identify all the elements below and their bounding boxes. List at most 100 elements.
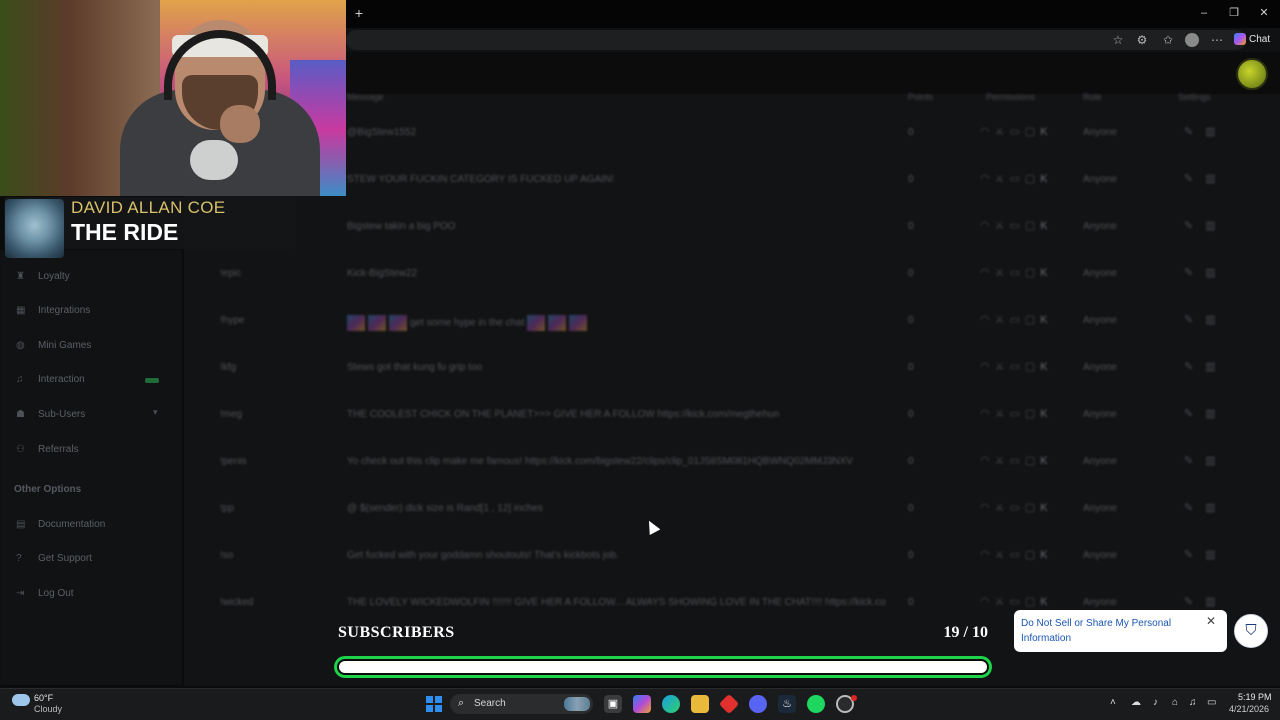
sidebar-item-documentation[interactable]: ▤ Documentation: [16, 517, 105, 533]
sub-icon: ▢: [1024, 596, 1041, 608]
onedrive-icon[interactable]: ☁: [1131, 697, 1141, 708]
new-tab-button[interactable]: +: [352, 6, 366, 20]
row-role: Anyone: [1083, 268, 1117, 279]
cloud-icon[interactable]: [12, 694, 30, 706]
table-row[interactable]: !penis Yo check out this clip make me fam…: [184, 442, 1280, 489]
copilot-chat-button[interactable]: Chat: [1234, 32, 1270, 48]
sidebar-item-interaction[interactable]: ♫ Interaction: [16, 372, 85, 388]
edit-icon[interactable]: ✎: [1184, 173, 1205, 185]
table-row[interactable]: Bigstew takin a big POO 0 ◠⚔▭▢K Anyone ✎▥: [184, 207, 1280, 254]
row-permissions: ◠⚔▭▢K: [980, 501, 1053, 514]
battery-icon[interactable]: ▭: [1207, 697, 1216, 708]
spotify-icon[interactable]: [807, 695, 825, 713]
trash-icon[interactable]: ▥: [1205, 596, 1227, 608]
copilot-app-icon[interactable]: [633, 695, 651, 713]
privacy-link[interactable]: Do Not Sell or Share My Personal Informa…: [1021, 616, 1191, 646]
edit-icon[interactable]: ✎: [1184, 596, 1205, 608]
edit-icon[interactable]: ✎: [1184, 361, 1205, 373]
row-message: Stews got that kung fu grip too: [347, 362, 907, 373]
sidebar-item-mini-games[interactable]: ◍ Mini Games: [16, 338, 91, 354]
steam-icon[interactable]: ♨: [778, 695, 796, 713]
row-role: Anyone: [1083, 409, 1117, 420]
network-icon[interactable]: ⌂: [1172, 697, 1178, 708]
clock-date[interactable]: 4/21/2026: [1229, 704, 1269, 714]
header-permissions[interactable]: Permissions: [986, 92, 1035, 102]
table-row[interactable]: !so Get fucked with your goddamn shoutout…: [184, 536, 1280, 583]
star-icon[interactable]: ☆: [1110, 33, 1126, 47]
header-points[interactable]: Points: [908, 92, 933, 102]
trash-icon[interactable]: ▥: [1205, 314, 1227, 326]
sidebar-item-log-out[interactable]: ⇥ Log Out: [16, 586, 74, 602]
microphone-icon[interactable]: ♪: [1153, 697, 1158, 708]
table-row[interactable]: !pp @ $(sender) dick size is Rand[1 , 12]…: [184, 489, 1280, 536]
trash-icon[interactable]: ▥: [1205, 361, 1227, 373]
edit-icon[interactable]: ✎: [1184, 126, 1205, 138]
edge-icon[interactable]: [662, 695, 680, 713]
row-command: !pp: [220, 503, 234, 514]
edit-icon[interactable]: ✎: [1184, 549, 1205, 561]
trash-icon[interactable]: ▥: [1205, 220, 1227, 232]
task-view-icon[interactable]: ▣: [604, 695, 622, 713]
sidebar-item-loyalty[interactable]: ♜ Loyalty: [16, 269, 70, 285]
chevron-down-icon[interactable]: ▾: [153, 407, 158, 418]
header-role[interactable]: Role: [1083, 92, 1102, 102]
start-button[interactable]: [426, 696, 442, 712]
row-permissions: ◠⚔▭▢K: [980, 548, 1053, 561]
discord-icon[interactable]: [749, 695, 767, 713]
row-message-text: get some hype in the chat: [410, 317, 525, 329]
kick-icon: K: [1040, 596, 1053, 608]
referral-icon: ⚇: [16, 444, 25, 455]
row-points: 0: [908, 597, 914, 608]
users-icon: ☗: [16, 409, 25, 420]
volume-icon[interactable]: ♫: [1189, 697, 1197, 708]
file-explorer-icon[interactable]: [691, 695, 709, 713]
sidebar-item-get-support[interactable]: ? Get Support: [16, 551, 92, 567]
emote-icon: [527, 315, 546, 331]
row-message: STEW YOUR FUCKIN CATEGORY IS FUCKED UP A…: [347, 174, 907, 185]
row-points: 0: [908, 268, 914, 279]
trash-icon[interactable]: ▥: [1205, 502, 1227, 514]
trash-icon[interactable]: ▥: [1205, 549, 1227, 561]
wifi-icon: ◠: [980, 455, 995, 467]
trash-icon[interactable]: ▥: [1205, 455, 1227, 467]
trash-icon[interactable]: ▥: [1205, 267, 1227, 279]
table-row[interactable]: !meg THE COOLEST CHICK ON THE PLANET>>> G…: [184, 395, 1280, 442]
edit-icon[interactable]: ✎: [1184, 455, 1205, 467]
table-row[interactable]: STEW YOUR FUCKIN CATEGORY IS FUCKED UP A…: [184, 160, 1280, 207]
favorites-icon[interactable]: ✩: [1160, 33, 1176, 47]
sidebar-item-referrals[interactable]: ⚇ Referrals: [16, 442, 79, 458]
avatar[interactable]: [1236, 58, 1268, 90]
shield-icon[interactable]: ⛉: [1234, 614, 1268, 648]
vip-icon: ▭: [1009, 455, 1025, 467]
close-icon[interactable]: ✕: [1204, 614, 1218, 628]
restore-button[interactable]: ❐: [1226, 6, 1242, 20]
weather-temperature[interactable]: 60°F: [34, 693, 53, 703]
chevron-up-icon[interactable]: ˄: [1110, 697, 1116, 708]
edit-icon[interactable]: ✎: [1184, 502, 1205, 514]
row-message: Yo check out this clip make me famous! h…: [347, 456, 907, 467]
kick-icon: K: [1040, 220, 1053, 232]
close-window-button[interactable]: ✕: [1256, 6, 1272, 20]
edit-icon[interactable]: ✎: [1184, 408, 1205, 420]
edit-icon[interactable]: ✎: [1184, 267, 1205, 279]
table-row[interactable]: @BigStew1552 0 ◠⚔▭▢K Anyone ✎▥: [184, 113, 1280, 160]
edit-icon[interactable]: ✎: [1184, 314, 1205, 326]
extensions-icon[interactable]: ⚙: [1134, 33, 1150, 47]
trash-icon[interactable]: ▥: [1205, 408, 1227, 420]
edit-icon[interactable]: ✎: [1184, 220, 1205, 232]
table-row[interactable]: !hype get some hype in the chat 0 ◠⚔▭▢K Any…: [184, 301, 1280, 348]
table-row[interactable]: !epic Kick-BigStew22 0 ◠⚔▭▢K Anyone ✎▥: [184, 254, 1280, 301]
clock-time[interactable]: 5:19 PM: [1238, 692, 1272, 702]
trash-icon[interactable]: ▥: [1205, 173, 1227, 185]
row-permissions: ◠⚔▭▢K: [980, 407, 1053, 420]
copilot-icon: [1234, 33, 1246, 46]
more-icon[interactable]: ⋯: [1209, 33, 1225, 47]
table-row[interactable]: !kfg Stews got that kung fu grip too 0 ◠⚔▭▢…: [184, 348, 1280, 395]
profile-icon[interactable]: [1185, 33, 1199, 47]
trash-icon[interactable]: ▥: [1205, 126, 1227, 138]
help-icon: ?: [16, 553, 22, 564]
sidebar-item-sub-users[interactable]: ☗ Sub-Users: [16, 407, 85, 423]
minimize-button[interactable]: –: [1196, 6, 1212, 20]
sidebar-item-integrations[interactable]: ▦ Integrations: [16, 303, 90, 319]
weather-condition[interactable]: Cloudy: [34, 704, 62, 714]
